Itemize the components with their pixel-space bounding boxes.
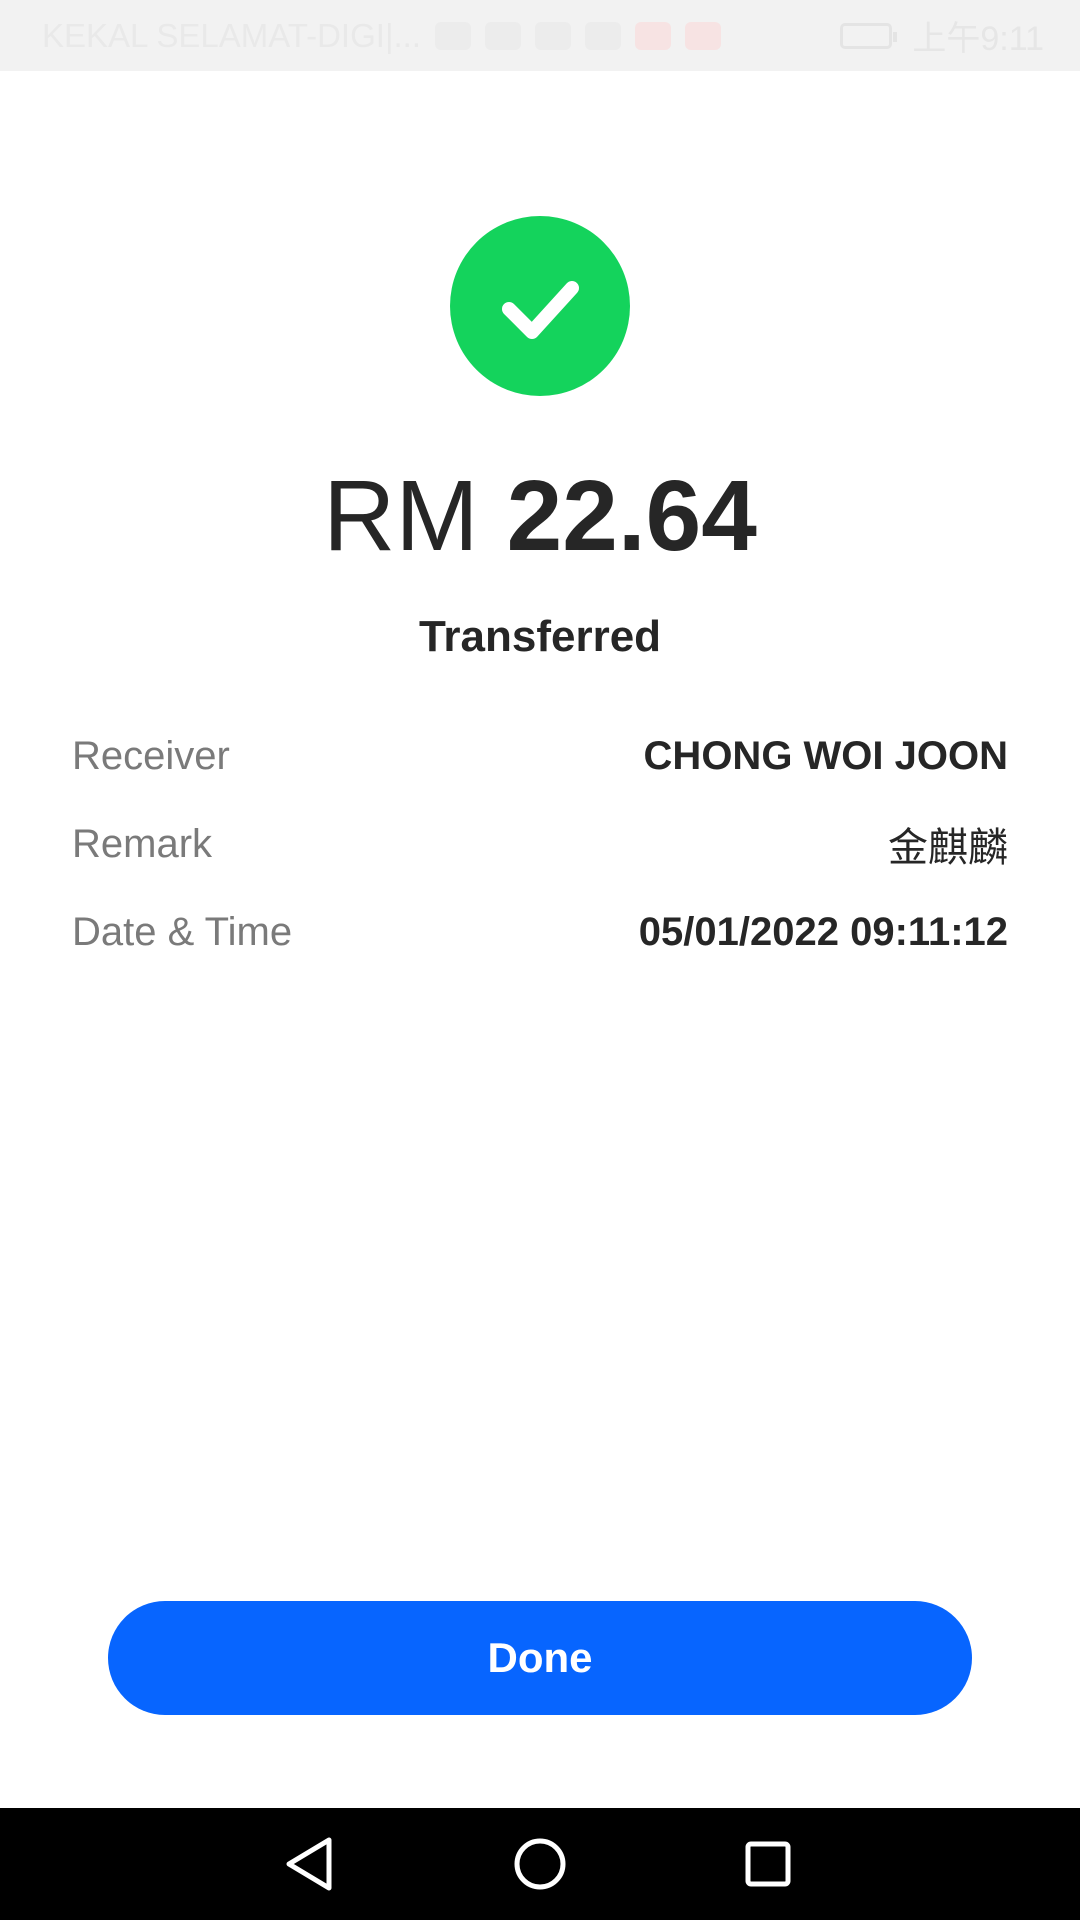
success-check-icon xyxy=(450,216,630,396)
detail-row-date-time: Date & Time 05/01/2022 09:11:12 xyxy=(72,888,1008,976)
detail-row-remark: Remark 金麒麟 xyxy=(72,800,1008,888)
mail-icon xyxy=(585,21,622,50)
detail-row-receiver: Receiver CHONG WOI JOON xyxy=(72,712,1008,800)
status-bar: KEKAL SELAMAT-DIGI|... 上午9:11 xyxy=(0,0,1080,71)
volte-icon xyxy=(435,21,472,50)
transfer-details: Receiver CHONG WOI JOON Remark 金麒麟 Date … xyxy=(72,712,1008,976)
nav-home-button[interactable] xyxy=(484,1808,596,1920)
carrier-name: KEKAL SELAMAT-DIGI|... xyxy=(42,16,422,54)
transfer-status: Transferred xyxy=(418,612,662,661)
clock: 上午9:11 xyxy=(912,20,1044,58)
check-icon xyxy=(502,281,579,339)
recents-square-icon xyxy=(745,1841,791,1887)
currency-label: RM xyxy=(323,460,479,572)
status-icons xyxy=(435,21,735,50)
transfer-receipt-screen: KEKAL SELAMAT-DIGI|... 上午9:11 RM 22.64 Tr… xyxy=(0,0,1080,1920)
detail-label: Remark xyxy=(72,821,213,866)
app-notification-icon xyxy=(685,21,722,50)
done-button[interactable]: Done xyxy=(108,1601,972,1715)
detail-value: 05/01/2022 09:11:12 xyxy=(638,909,1008,954)
battery-icon xyxy=(840,22,898,49)
back-triangle-icon xyxy=(286,1837,332,1891)
transfer-amount: RM 22.64 xyxy=(0,456,1080,576)
signal-icon xyxy=(485,21,522,50)
nav-back-button[interactable] xyxy=(253,1808,365,1920)
detail-label: Receiver xyxy=(72,733,230,778)
nfc-icon xyxy=(535,21,572,50)
detail-label: Date & Time xyxy=(72,909,293,954)
detail-value: 金麒麟 xyxy=(888,825,1008,871)
navigation-bar xyxy=(0,1808,1080,1920)
home-circle-icon xyxy=(514,1838,566,1890)
amount-value: 22.64 xyxy=(506,460,757,572)
status-right: 上午9:11 xyxy=(840,11,1044,60)
detail-value: CHONG WOI JOON xyxy=(643,733,1008,778)
nav-recents-button[interactable] xyxy=(712,1808,824,1920)
app-notification-icon xyxy=(635,21,672,50)
